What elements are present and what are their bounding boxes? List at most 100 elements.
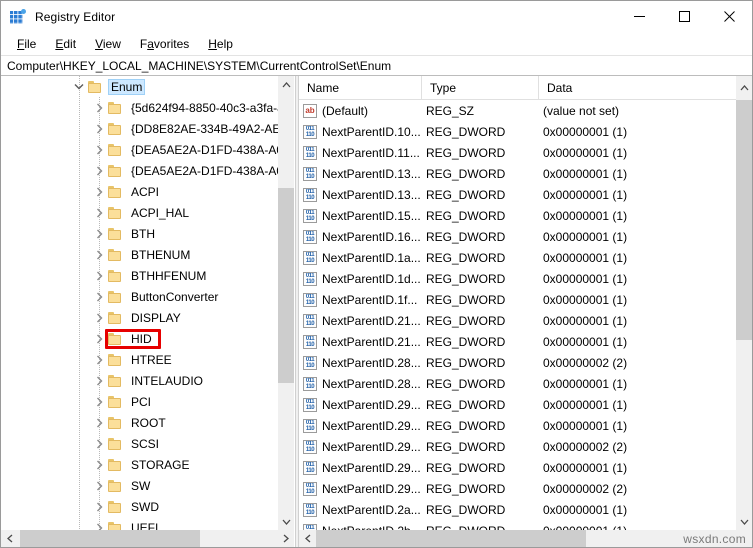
list-hscroll-track[interactable] [316, 530, 752, 547]
tree-node-bth[interactable]: BTH [1, 223, 278, 244]
close-button[interactable] [707, 1, 752, 32]
chevron-right-icon[interactable] [91, 412, 107, 433]
tree-scroll-left-arrow[interactable] [1, 530, 18, 547]
chevron-right-icon[interactable] [91, 349, 107, 370]
tree-hscroll-track[interactable] [18, 530, 277, 547]
tree-node-dea5ae2a-d1fd-438a-a09[interactable]: {DEA5AE2A-D1FD-438A-A09 [1, 139, 278, 160]
chevron-right-icon[interactable] [91, 139, 107, 160]
tree-node-intelaudio[interactable]: INTELAUDIO [1, 370, 278, 391]
value-row[interactable]: 011 110 NextParentID.21... REG_DWORD 0x00000… [299, 331, 736, 352]
tree-node-storage[interactable]: STORAGE [1, 454, 278, 475]
tree-node-dea5ae2a-d1fd-438a-a09[interactable]: {DEA5AE2A-D1FD-438A-A09 [1, 160, 278, 181]
values-list[interactable]: ab (Default) REG_SZ (value not set) 011 110 Ne… [299, 100, 736, 530]
value-row[interactable]: 011 110 NextParentID.16... REG_DWORD 0x00000… [299, 226, 736, 247]
tree-node-uefi[interactable]: UEFI [1, 517, 278, 530]
list-scroll-thumb[interactable] [736, 100, 752, 340]
value-row[interactable]: 011 110 NextParentID.29... REG_DWORD 0x00000… [299, 478, 736, 499]
chevron-right-icon[interactable] [91, 265, 107, 286]
menu-favorites[interactable]: Favorites [131, 35, 198, 53]
chevron-right-icon[interactable] [91, 181, 107, 202]
tree-scroll-right-arrow[interactable] [277, 530, 294, 547]
key-tree[interactable]: Enum {5d624f94-8850-40c3-a3fa-a4 {DD8E82AE… [1, 76, 278, 530]
list-scroll-track[interactable] [736, 100, 752, 513]
tree-node-swd[interactable]: SWD [1, 496, 278, 517]
tree-scroll-down-arrow[interactable] [278, 513, 294, 530]
chevron-right-icon[interactable] [91, 370, 107, 391]
tree-hscroll-thumb[interactable] [20, 530, 200, 547]
maximize-button[interactable] [662, 1, 707, 32]
value-row[interactable]: 011 110 NextParentID.29... REG_DWORD 0x00000… [299, 457, 736, 478]
chevron-right-icon[interactable] [91, 202, 107, 223]
chevron-right-icon[interactable] [91, 307, 107, 328]
value-row[interactable]: 011 110 NextParentID.10... REG_DWORD 0x00000… [299, 121, 736, 142]
list-vertical-scrollbar[interactable] [736, 100, 752, 530]
value-row[interactable]: 011 110 NextParentID.13... REG_DWORD 0x00000… [299, 184, 736, 205]
value-row[interactable]: 011 110 NextParentID.1f... REG_DWORD 0x00000… [299, 289, 736, 310]
list-scroll-down-arrow[interactable] [736, 513, 752, 530]
tree-vertical-scrollbar[interactable] [278, 76, 294, 530]
address-bar[interactable]: Computer\HKEY_LOCAL_MACHINE\SYSTEM\Curre… [1, 55, 752, 76]
value-row[interactable]: ab (Default) REG_SZ (value not set) [299, 100, 736, 121]
tree-node-htree[interactable]: HTREE [1, 349, 278, 370]
tree-node-acpi-hal[interactable]: ACPI_HAL [1, 202, 278, 223]
tree-horizontal-scrollbar[interactable] [1, 530, 294, 547]
chevron-right-icon[interactable] [91, 517, 107, 530]
value-row[interactable]: 011 110 NextParentID.28... REG_DWORD 0x00000… [299, 352, 736, 373]
tree-node-pci[interactable]: PCI [1, 391, 278, 412]
column-header-type[interactable]: Type [422, 75, 539, 100]
value-row[interactable]: 011 110 NextParentID.21... REG_DWORD 0x00000… [299, 310, 736, 331]
tree-node-bthhfenum[interactable]: BTHHFENUM [1, 265, 278, 286]
chevron-down-icon[interactable] [71, 76, 87, 97]
value-row[interactable]: 011 110 NextParentID.2a... REG_DWORD 0x00000… [299, 499, 736, 520]
chevron-right-icon[interactable] [91, 244, 107, 265]
tree-node-root[interactable]: ROOT [1, 412, 278, 433]
value-row[interactable]: 011 110 NextParentID.1d... REG_DWORD 0x00000… [299, 268, 736, 289]
list-hscroll-thumb[interactable] [316, 530, 586, 547]
tree-scroll-track[interactable] [278, 93, 294, 513]
chevron-right-icon[interactable] [91, 160, 107, 181]
menu-view[interactable]: View [86, 35, 130, 53]
list-scroll-left-arrow[interactable] [299, 530, 316, 547]
value-data-cell: 0x00000001 (1) [543, 166, 628, 181]
tree-node-buttonconverter[interactable]: ButtonConverter [1, 286, 278, 307]
list-horizontal-scrollbar[interactable]: wsxdn.com [299, 530, 752, 547]
chevron-right-icon[interactable] [91, 496, 107, 517]
tree-node-dd8e82ae-334b-49a2-aeae[interactable]: {DD8E82AE-334B-49A2-AEAE [1, 118, 278, 139]
value-row[interactable]: 011 110 NextParentID.29... REG_DWORD 0x00000… [299, 415, 736, 436]
value-row[interactable]: 011110NextParentID.2b...REG_DWORD0x00000… [299, 520, 736, 530]
tree-node-5d624f94-8850-40c3-a3fa-a4[interactable]: {5d624f94-8850-40c3-a3fa-a4 [1, 97, 278, 118]
tree-node-enum[interactable]: Enum [1, 76, 278, 97]
chevron-right-icon[interactable] [91, 391, 107, 412]
value-row[interactable]: 011 110 NextParentID.29... REG_DWORD 0x00000… [299, 436, 736, 457]
chevron-right-icon[interactable] [91, 454, 107, 475]
chevron-right-icon[interactable] [91, 328, 107, 349]
menu-help[interactable]: Help [199, 35, 242, 53]
value-row[interactable]: 011 110 NextParentID.29... REG_DWORD 0x00000… [299, 394, 736, 415]
value-row[interactable]: 011 110 NextParentID.13... REG_DWORD 0x00000… [299, 163, 736, 184]
value-row[interactable]: 011 110 NextParentID.28... REG_DWORD 0x00000… [299, 373, 736, 394]
tree-node-scsi[interactable]: SCSI [1, 433, 278, 454]
tree-scroll-thumb[interactable] [278, 188, 294, 383]
chevron-right-icon[interactable] [91, 475, 107, 496]
tree-node-acpi[interactable]: ACPI [1, 181, 278, 202]
list-scroll-up-arrow[interactable] [736, 76, 752, 100]
chevron-right-icon[interactable] [91, 433, 107, 454]
chevron-right-icon[interactable] [91, 223, 107, 244]
menu-file[interactable]: File [8, 35, 45, 53]
tree-node-hid[interactable]: HID [1, 328, 278, 349]
chevron-right-icon[interactable] [91, 118, 107, 139]
value-row[interactable]: 011 110 NextParentID.1a... REG_DWORD 0x00000… [299, 247, 736, 268]
tree-node-bthenum[interactable]: BTHENUM [1, 244, 278, 265]
value-row[interactable]: 011 110 NextParentID.11... REG_DWORD 0x00000… [299, 142, 736, 163]
menu-edit[interactable]: Edit [46, 35, 85, 53]
minimize-button[interactable] [617, 1, 662, 32]
column-header-name[interactable]: Name [299, 75, 422, 100]
tree-node-label: ButtonConverter [131, 289, 219, 304]
chevron-right-icon[interactable] [91, 286, 107, 307]
tree-node-display[interactable]: DISPLAY [1, 307, 278, 328]
tree-scroll-up-arrow[interactable] [278, 76, 294, 93]
value-row[interactable]: 011 110 NextParentID.15... REG_DWORD 0x00000… [299, 205, 736, 226]
column-header-data[interactable]: Data [539, 76, 736, 100]
tree-node-sw[interactable]: SW [1, 475, 278, 496]
chevron-right-icon[interactable] [91, 97, 107, 118]
